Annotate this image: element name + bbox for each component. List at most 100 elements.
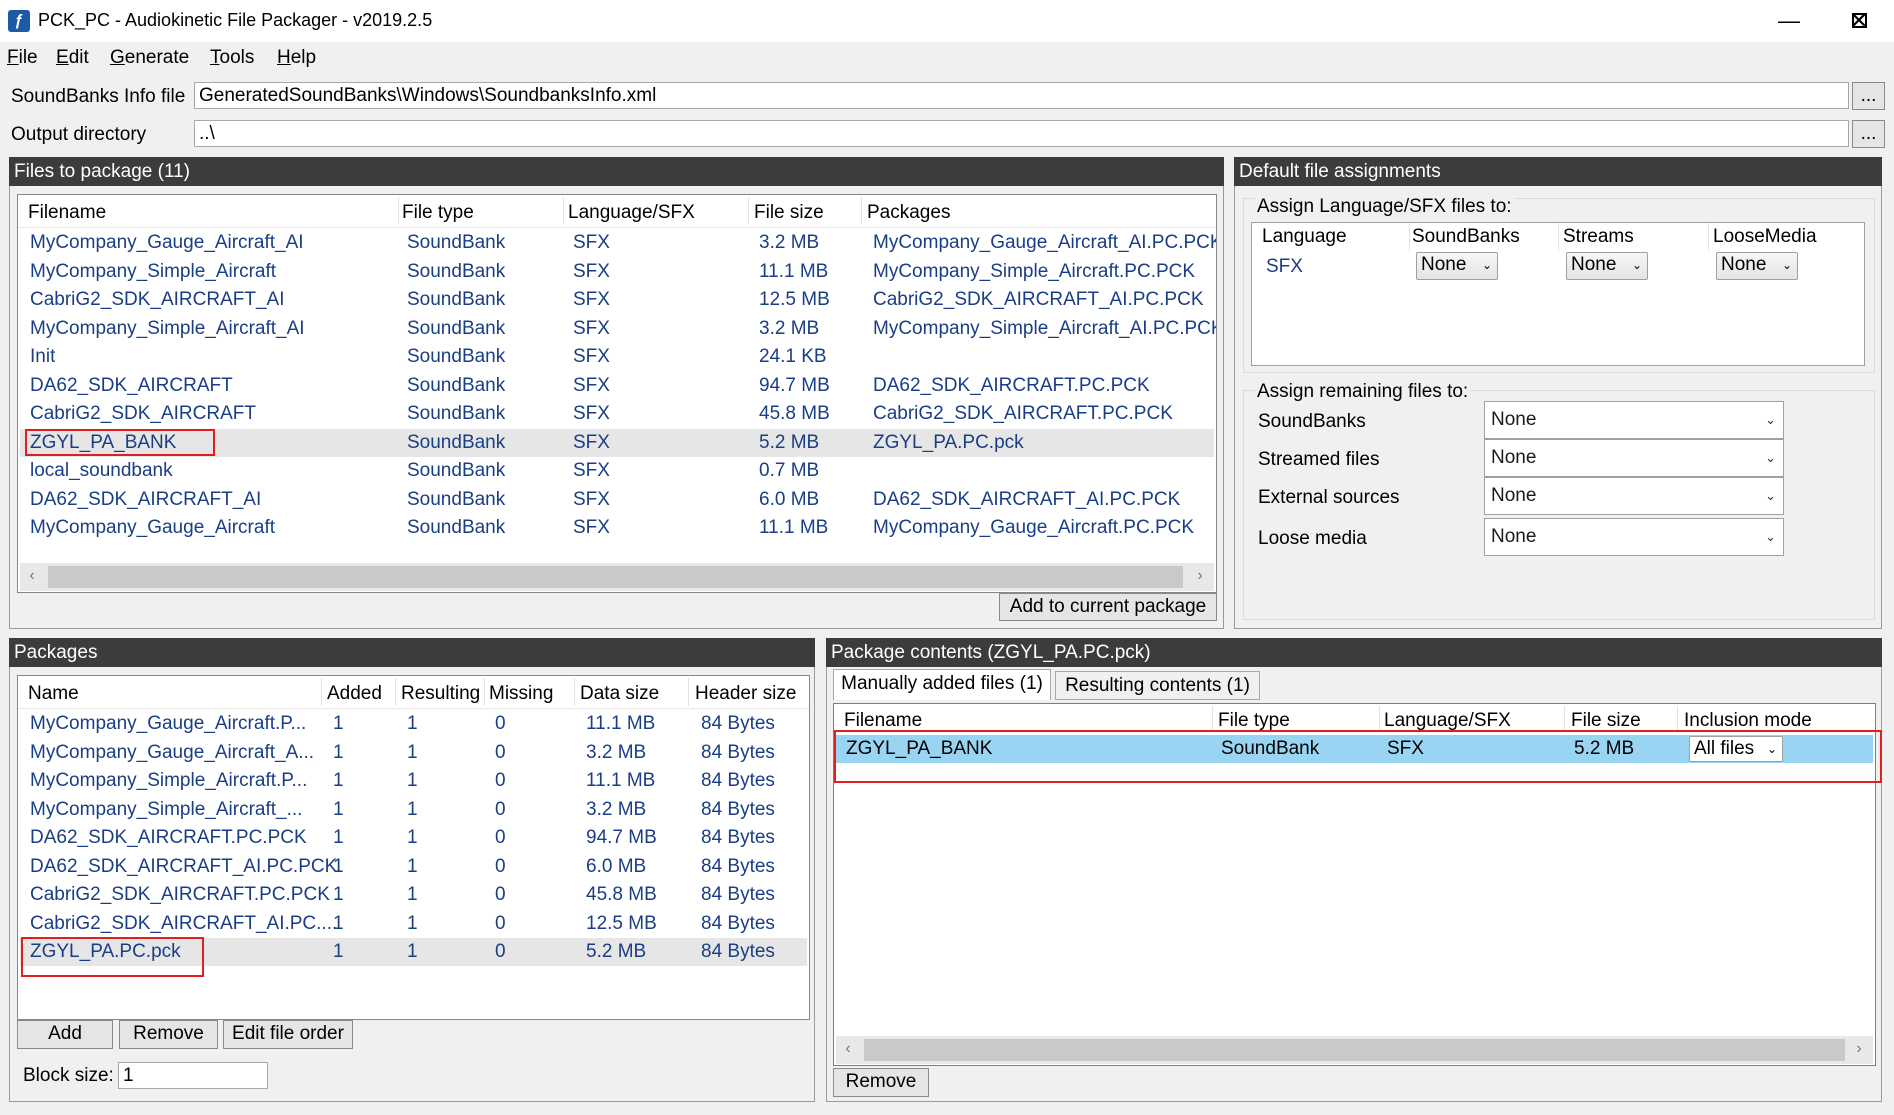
package-row-headersize: 84 Bytes (701, 798, 775, 820)
menu-edit[interactable]: Edit (56, 47, 89, 69)
content-col-inclusion[interactable]: Inclusion mode (1684, 710, 1812, 732)
remaining-select-streamed-files[interactable]: None ⌄ (1484, 439, 1784, 477)
content-col-size[interactable]: File size (1571, 710, 1641, 732)
package-row-headersize: 84 Bytes (701, 770, 775, 791)
file-row-lang: SFX (573, 488, 610, 510)
content-col-type[interactable]: File type (1218, 710, 1290, 732)
menu-generate[interactable]: Generate (110, 47, 189, 69)
files-list[interactable]: Filename File type Language/SFX File siz… (17, 194, 1217, 593)
pkg-col-datasize[interactable]: Data size (580, 683, 659, 705)
minimize-button[interactable]: — (1754, 0, 1824, 42)
edit-file-order-button[interactable]: Edit file order (223, 1020, 353, 1049)
remaining-select-external-sources[interactable]: None ⌄ (1484, 477, 1784, 515)
lang-col-soundbanks[interactable]: SoundBanks (1412, 226, 1520, 248)
package-row-headersize: 84 Bytes (701, 713, 775, 734)
lang-col-loosemedia[interactable]: LooseMedia (1713, 226, 1817, 248)
tab-resulting-contents[interactable]: Resulting contents (1) (1055, 671, 1260, 700)
menu-file[interactable]: File (7, 47, 38, 69)
package-row-name: CabriG2_SDK_AIRCRAFT_AI.PC.... (30, 912, 338, 934)
lang-soundbanks-select[interactable]: None ⌄ (1416, 252, 1498, 280)
contents-hscroll-thumb[interactable] (864, 1039, 1845, 1061)
package-row-datasize: 11.1 MB (586, 713, 656, 734)
tab-manually-added[interactable]: Manually added files (1) (833, 669, 1051, 700)
files-col-language[interactable]: Language/SFX (568, 202, 695, 224)
remove-content-button[interactable]: Remove (833, 1068, 929, 1097)
file-row[interactable]: MyCompany_Simple_Aircraft_AI SoundBank SFX… (20, 315, 1216, 343)
file-row[interactable]: Init SoundBank SFX 24.1 KB (20, 343, 1214, 371)
close-button[interactable]: ✕ (1824, 0, 1894, 42)
package-row[interactable]: CabriG2_SDK_AIRCRAFT.PC.PCK 1 1 0 45.8 MB 84 … (20, 881, 807, 909)
app-icon: ƒ (8, 10, 30, 32)
soundbanks-info-browse-button[interactable]: ... (1852, 82, 1885, 110)
scroll-left-icon[interactable]: ‹ (24, 567, 40, 585)
chevron-down-icon: ⌄ (1765, 450, 1776, 465)
file-row[interactable]: MyCompany_Gauge_Aircraft SoundBank SFX 11.1… (20, 514, 1214, 542)
block-size-input[interactable]: 1 (118, 1062, 268, 1089)
package-row-resulting: 1 (407, 798, 418, 820)
output-dir-field[interactable]: ..\ (194, 120, 1849, 147)
file-row-size: 94.7 MB (759, 374, 830, 396)
lang-streams-select[interactable]: None ⌄ (1566, 252, 1648, 280)
menu-tools[interactable]: Tools (210, 47, 254, 69)
pkg-col-missing[interactable]: Missing (489, 683, 553, 705)
files-col-type[interactable]: File type (402, 202, 474, 224)
pkg-col-name[interactable]: Name (28, 683, 79, 705)
scroll-right-icon[interactable]: › (1192, 567, 1208, 585)
lang-loose-select[interactable]: None ⌄ (1716, 252, 1798, 280)
scroll-right-icon[interactable]: › (1851, 1040, 1867, 1058)
file-row[interactable]: local_soundbank SoundBank SFX 0.7 MB (20, 457, 1214, 485)
contents-hscrollbar[interactable]: ‹ › (836, 1036, 1873, 1064)
file-row-size: 6.0 MB (759, 488, 820, 510)
menu-help[interactable]: Help (277, 47, 316, 69)
package-row-missing: 0 (495, 884, 506, 905)
lang-col-streams[interactable]: Streams (1563, 226, 1634, 248)
files-col-size[interactable]: File size (754, 202, 824, 224)
file-row-package: MyCompany_Gauge_Aircraft_AI.PC.PCK (873, 232, 1217, 253)
package-row-name: MyCompany_Simple_Aircraft.P... (30, 770, 308, 791)
file-row[interactable]: MyCompany_Simple_Aircraft SoundBank SFX 11.… (20, 258, 1214, 286)
files-col-packages[interactable]: Packages (867, 202, 950, 224)
package-row-headersize: 84 Bytes (701, 827, 775, 848)
file-row[interactable]: CabriG2_SDK_AIRCRAFT SoundBank SFX 45.8 MB C… (20, 400, 1214, 428)
package-row-missing: 0 (495, 798, 506, 820)
files-col-filename[interactable]: Filename (28, 202, 106, 224)
package-row-missing: 0 (495, 827, 506, 848)
scroll-left-icon[interactable]: ‹ (840, 1040, 856, 1058)
soundbanks-info-field[interactable]: GeneratedSoundBanks\Windows\SoundbanksIn… (194, 82, 1849, 109)
package-row[interactable]: MyCompany_Gauge_Aircraft_A... 1 1 0 3.2 MB 84… (20, 739, 807, 767)
add-package-button[interactable]: Add (17, 1020, 113, 1049)
content-col-language[interactable]: Language/SFX (1384, 710, 1511, 732)
files-hscroll-thumb[interactable] (48, 566, 1183, 588)
file-row[interactable]: CabriG2_SDK_AIRCRAFT_AI SoundBank SFX 12.5 … (20, 286, 1214, 314)
chevron-down-icon: ⌄ (1765, 529, 1776, 544)
lang-assignments-list[interactable]: Language SoundBanks Streams LooseMedia S… (1251, 222, 1865, 366)
remaining-label-external-sources: External sources (1258, 487, 1400, 508)
remaining-select-loose-media[interactable]: None ⌄ (1484, 518, 1784, 556)
package-row[interactable]: DA62_SDK_AIRCRAFT_AI.PC.PCK 1 1 0 6.0 MB 84 B… (20, 853, 807, 881)
add-to-package-button[interactable]: Add to current package (999, 593, 1217, 621)
pkg-col-headersize[interactable]: Header size (695, 683, 796, 705)
file-row-type: SoundBank (407, 403, 506, 424)
file-row-package: CabriG2_SDK_AIRCRAFT.PC.PCK (873, 403, 1173, 424)
pkg-col-added[interactable]: Added (327, 683, 382, 705)
package-row[interactable]: DA62_SDK_AIRCRAFT.PC.PCK 1 1 0 94.7 MB 84 Byt… (20, 824, 807, 852)
contents-panel-title: Package contents (ZGYL_PA.PC.pck) (826, 638, 1882, 667)
remove-package-button[interactable]: Remove (119, 1020, 218, 1049)
content-col-filename[interactable]: Filename (844, 710, 922, 732)
file-row-filename: DA62_SDK_AIRCRAFT_AI (30, 488, 262, 510)
package-row[interactable]: CabriG2_SDK_AIRCRAFT_AI.PC.... 1 1 0 12.5 MB… (20, 910, 807, 938)
package-row[interactable]: MyCompany_Simple_Aircraft_... 1 1 0 3.2 MB 84… (20, 796, 807, 824)
file-row-filename: MyCompany_Simple_Aircraft (30, 260, 277, 282)
package-row[interactable]: MyCompany_Gauge_Aircraft.P... 1 1 0 11.1 MB 8… (20, 710, 807, 738)
remaining-select-value: None (1491, 447, 1537, 468)
package-row[interactable]: MyCompany_Simple_Aircraft.P... 1 1 0 11.1 MB… (20, 767, 807, 795)
files-hscrollbar[interactable]: ‹ › (20, 563, 1214, 591)
lang-col-language[interactable]: Language (1262, 226, 1347, 248)
soundbanks-info-label: SoundBanks Info file (11, 86, 186, 107)
output-dir-browse-button[interactable]: ... (1852, 120, 1885, 148)
file-row[interactable]: DA62_SDK_AIRCRAFT SoundBank SFX 94.7 MB DA62… (20, 372, 1214, 400)
file-row[interactable]: MyCompany_Gauge_Aircraft_AI SoundBank SFX 3… (20, 229, 1217, 257)
remaining-select-soundbanks[interactable]: None ⌄ (1484, 401, 1784, 439)
file-row[interactable]: DA62_SDK_AIRCRAFT_AI SoundBank SFX 6.0 MB DA… (20, 486, 1214, 514)
pkg-col-resulting[interactable]: Resulting (401, 683, 480, 705)
